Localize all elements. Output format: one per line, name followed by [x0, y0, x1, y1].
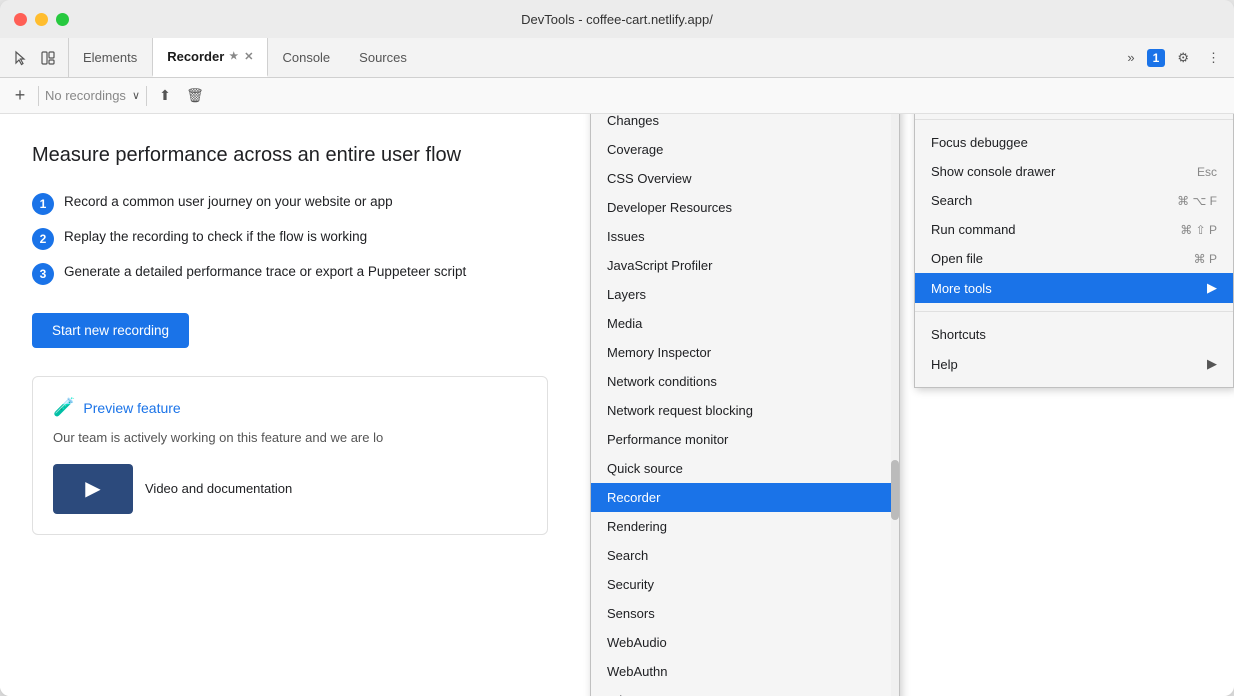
- menu-item-quick-source[interactable]: Quick source: [591, 454, 899, 483]
- recordings-chevron[interactable]: ∨: [132, 89, 140, 102]
- preview-text: Our team is actively working on this fea…: [53, 428, 527, 448]
- scrollbar-thumb[interactable]: [891, 460, 899, 520]
- preview-header: 🧪 Preview feature: [53, 397, 527, 418]
- step-text-1: Record a common user journey on your web…: [64, 192, 393, 212]
- menu-item-performance-monitor[interactable]: Performance monitor: [591, 425, 899, 454]
- menu-item-whats-new[interactable]: What's New: [591, 686, 899, 696]
- flask-icon: 🧪: [53, 397, 75, 418]
- inspect-icon[interactable]: [36, 46, 60, 70]
- menu-item-media[interactable]: Media: [591, 309, 899, 338]
- menu-shortcuts[interactable]: Shortcuts: [915, 320, 1233, 349]
- window-title: DevTools - coffee-cart.netlify.app/: [521, 12, 713, 27]
- toolbar-divider: [38, 86, 39, 106]
- preview-media: ▶ Video and documentation: [53, 464, 527, 514]
- tab-close-icon[interactable]: ✕: [244, 50, 253, 63]
- step-text-3: Generate a detailed performance trace or…: [64, 262, 466, 282]
- devtools-window: DevTools - coffee-cart.netlify.app/: [0, 0, 1234, 696]
- recorder-heading: Measure performance across an entire use…: [32, 142, 548, 168]
- more-tools-submenu[interactable]: Animations Changes Coverage CSS Overview…: [590, 114, 900, 696]
- window-controls: [14, 13, 69, 26]
- more-options-button[interactable]: ⋮: [1201, 46, 1226, 70]
- steps-list: 1 Record a common user journey on your w…: [32, 192, 548, 285]
- menu-item-network-conditions[interactable]: Network conditions: [591, 367, 899, 396]
- minimize-button[interactable]: [35, 13, 48, 26]
- menu-item-rendering[interactable]: Rendering: [591, 512, 899, 541]
- step-item: 3 Generate a detailed performance trace …: [32, 262, 548, 285]
- menu-help[interactable]: Help ▶: [915, 349, 1233, 379]
- menu-item-sensors[interactable]: Sensors: [591, 599, 899, 628]
- step-number-1: 1: [32, 193, 54, 215]
- delete-button[interactable]: 🗑: [183, 84, 207, 108]
- tabbar-left-icons: [0, 38, 69, 77]
- recorder-toolbar: + No recordings ∨ ⬆ 🗑: [0, 78, 1234, 114]
- menu-item-issues[interactable]: Issues: [591, 222, 899, 251]
- notification-badge: 1: [1147, 49, 1166, 67]
- toolbar-divider-2: [146, 86, 147, 106]
- right-menu-section-1: Focus debuggee Show console drawer Esc S…: [915, 120, 1233, 312]
- maximize-button[interactable]: [56, 13, 69, 26]
- right-menu-section-2: Shortcuts Help ▶: [915, 312, 1233, 387]
- tab-sources[interactable]: Sources: [345, 38, 422, 77]
- cursor-icon[interactable]: [8, 46, 32, 70]
- menu-item-memory-inspector[interactable]: Memory Inspector: [591, 338, 899, 367]
- menu-item-webaudio[interactable]: WebAudio: [591, 628, 899, 657]
- more-tabs-button[interactable]: »: [1121, 46, 1140, 69]
- menu-item-coverage[interactable]: Coverage: [591, 135, 899, 164]
- play-icon: ▶: [85, 476, 100, 501]
- recorder-star-icon: ★: [229, 51, 238, 62]
- menu-item-css-overview[interactable]: CSS Overview: [591, 164, 899, 193]
- menu-item-security[interactable]: Security: [591, 570, 899, 599]
- tabs: Elements Recorder ★ ✕ Console Sources: [69, 38, 1113, 77]
- close-button[interactable]: [14, 13, 27, 26]
- menu-item-webauthn[interactable]: WebAuthn: [591, 657, 899, 686]
- titlebar: DevTools - coffee-cart.netlify.app/: [0, 0, 1234, 38]
- more-tools-arrow-icon: ▶: [1207, 280, 1217, 296]
- step-number-2: 2: [32, 228, 54, 250]
- menu-item-layers[interactable]: Layers: [591, 280, 899, 309]
- add-recording-button[interactable]: +: [8, 84, 32, 108]
- settings-button[interactable]: ⚙: [1171, 46, 1195, 70]
- scrollbar-track: [891, 114, 899, 696]
- no-recordings-label: No recordings: [45, 88, 126, 103]
- menu-item-recorder[interactable]: Recorder: [591, 483, 899, 512]
- recorder-panel: Measure performance across an entire use…: [0, 114, 580, 696]
- help-arrow-icon: ▶: [1207, 356, 1217, 372]
- main-devtools-menu[interactable]: Dock side: [914, 114, 1234, 388]
- menu-focus-debuggee[interactable]: Focus debuggee: [915, 128, 1233, 157]
- devtools-body: Elements Recorder ★ ✕ Console Sources »: [0, 38, 1234, 696]
- upload-button[interactable]: ⬆: [153, 84, 177, 108]
- menu-item-developer-resources[interactable]: Developer Resources: [591, 193, 899, 222]
- menu-item-changes[interactable]: Changes: [591, 114, 899, 135]
- step-number-3: 3: [32, 263, 54, 285]
- step-item: 1 Record a common user journey on your w…: [32, 192, 548, 215]
- start-recording-button[interactable]: Start new recording: [32, 313, 189, 348]
- step-text-2: Replay the recording to check if the flo…: [64, 227, 367, 247]
- preview-feature-box: 🧪 Preview feature Our team is actively w…: [32, 376, 548, 535]
- menu-run-command[interactable]: Run command ⌘ ⇧ P: [915, 215, 1233, 244]
- tab-elements[interactable]: Elements: [69, 38, 152, 77]
- video-thumbnail: ▶: [53, 464, 133, 514]
- menu-item-search[interactable]: Search: [591, 541, 899, 570]
- tabbar-right: » 1 ⚙ ⋮: [1113, 38, 1234, 77]
- menu-show-console-drawer[interactable]: Show console drawer Esc: [915, 157, 1233, 186]
- video-title: Video and documentation: [145, 481, 292, 496]
- menu-open-file[interactable]: Open file ⌘ P: [915, 244, 1233, 273]
- main-content: Measure performance across an entire use…: [0, 114, 1234, 696]
- preview-title: Preview feature: [83, 400, 180, 416]
- tabbar: Elements Recorder ★ ✕ Console Sources »: [0, 38, 1234, 78]
- tab-console[interactable]: Console: [268, 38, 345, 77]
- tab-recorder[interactable]: Recorder ★ ✕: [152, 38, 268, 77]
- step-item: 2 Replay the recording to check if the f…: [32, 227, 548, 250]
- menu-search[interactable]: Search ⌘ ⌥ F: [915, 186, 1233, 215]
- menu-item-network-request-blocking[interactable]: Network request blocking: [591, 396, 899, 425]
- menu-item-javascript-profiler[interactable]: JavaScript Profiler: [591, 251, 899, 280]
- menu-more-tools[interactable]: More tools ▶: [915, 273, 1233, 303]
